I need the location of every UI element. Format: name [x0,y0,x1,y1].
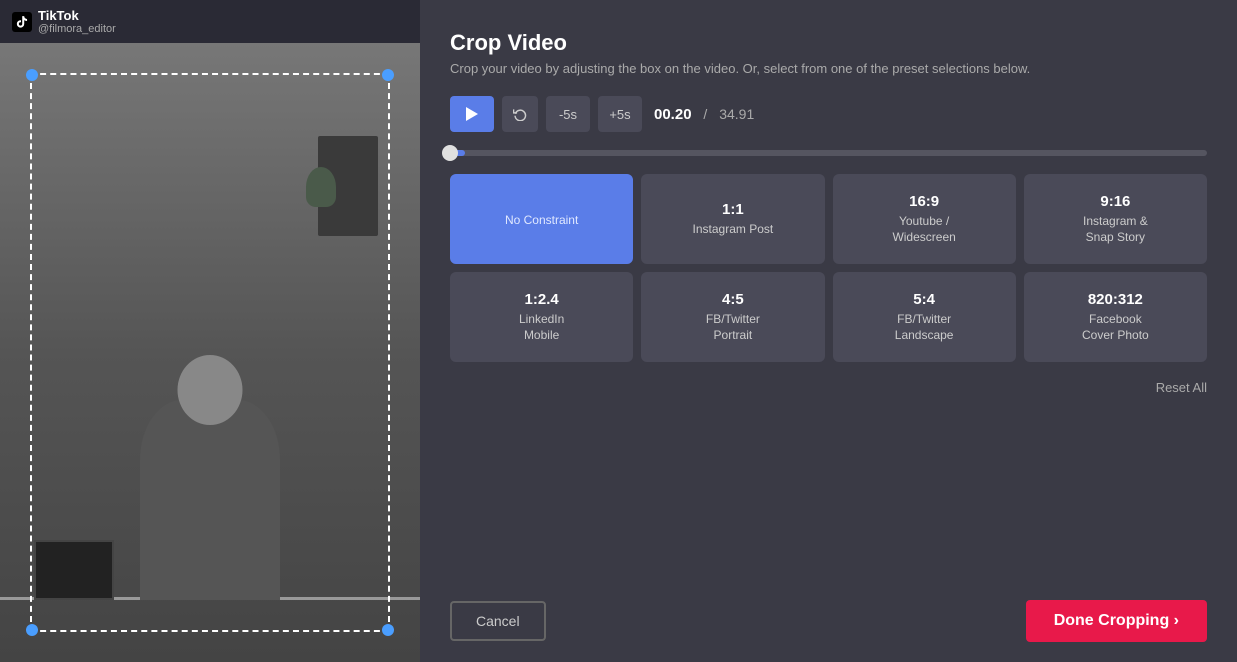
reset-button[interactable] [502,96,538,132]
preset-1-2-4-label: LinkedInMobile [519,312,564,343]
preset-4-5-ratio: 4:5 [722,291,744,308]
progress-bar-container[interactable] [450,150,1207,156]
panel-subtitle: Crop your video by adjusting the box on … [450,60,1207,78]
panel-header: Crop Video Crop your video by adjusting … [450,30,1207,78]
cancel-button[interactable]: Cancel [450,601,546,641]
time-separator: / [700,106,712,122]
preset-9-16-ratio: 9:16 [1100,193,1130,210]
preset-no-constraint-label: No Constraint [505,213,578,229]
current-time: 00.20 [654,106,692,123]
progress-handle[interactable] [442,145,458,161]
crop-settings-panel: Crop Video Crop your video by adjusting … [420,0,1237,662]
reset-all-button[interactable]: Reset All [1156,380,1207,395]
preset-820-312-ratio: 820:312 [1088,291,1143,308]
tiktok-handle-label: @filmora_editor [38,23,116,35]
tiktok-header: TikTok @filmora_editor [0,0,420,43]
preset-grid: No Constraint 1:1 Instagram Post 16:9 Yo… [450,174,1207,362]
play-icon [466,107,478,121]
bottom-buttons: Cancel Done Cropping › [450,600,1207,642]
preset-4-5-label: FB/TwitterPortrait [706,312,760,343]
person-body [140,400,280,600]
playback-controls: -5s +5s 00.20 / 34.91 [450,96,1207,132]
preset-no-constraint[interactable]: No Constraint [450,174,633,264]
reset-icon [513,107,527,121]
preset-1-2-4-ratio: 1:2.4 [525,291,559,308]
preset-820-312-label: FacebookCover Photo [1082,312,1149,343]
preset-16-9-label: Youtube /Widescreen [892,214,955,245]
preset-5-4-ratio: 5:4 [913,291,935,308]
video-preview-panel: TikTok @filmora_editor A SCARY HALLOWEEN [0,0,420,662]
video-background: A SCARY HALLOWEEN [0,43,420,662]
monitor [34,540,114,600]
progress-bar[interactable] [450,150,1207,156]
preset-5-4[interactable]: 5:4 FB/TwitterLandscape [833,272,1016,362]
preset-16-9[interactable]: 16:9 Youtube /Widescreen [833,174,1016,264]
plant [306,167,336,207]
panel-title: Crop Video [450,30,1207,56]
total-time: 34.91 [719,106,754,122]
preset-1-1[interactable]: 1:1 Instagram Post [641,174,824,264]
preset-9-16[interactable]: 9:16 Instagram &Snap Story [1024,174,1207,264]
preset-1-2-4[interactable]: 1:2.4 LinkedInMobile [450,272,633,362]
reset-row: Reset All [450,380,1207,395]
preset-820-312[interactable]: 820:312 FacebookCover Photo [1024,272,1207,362]
minus5-button[interactable]: -5s [546,96,590,132]
tiktok-name-label: TikTok [38,8,116,23]
preset-1-1-label: Instagram Post [693,222,774,238]
video-content [0,43,420,662]
preset-1-1-ratio: 1:1 [722,201,744,218]
person-head [178,355,243,425]
done-cropping-button[interactable]: Done Cropping › [1026,600,1207,642]
preset-5-4-label: FB/TwitterLandscape [895,312,954,343]
preset-16-9-ratio: 16:9 [909,193,939,210]
tiktok-info: TikTok @filmora_editor [38,8,116,35]
tiktok-logo-icon [12,12,32,32]
preset-9-16-label: Instagram &Snap Story [1083,214,1148,245]
preset-4-5[interactable]: 4:5 FB/TwitterPortrait [641,272,824,362]
play-button[interactable] [450,96,494,132]
plus5-button[interactable]: +5s [598,96,642,132]
video-container: A SCARY HALLOWEEN [0,43,420,662]
